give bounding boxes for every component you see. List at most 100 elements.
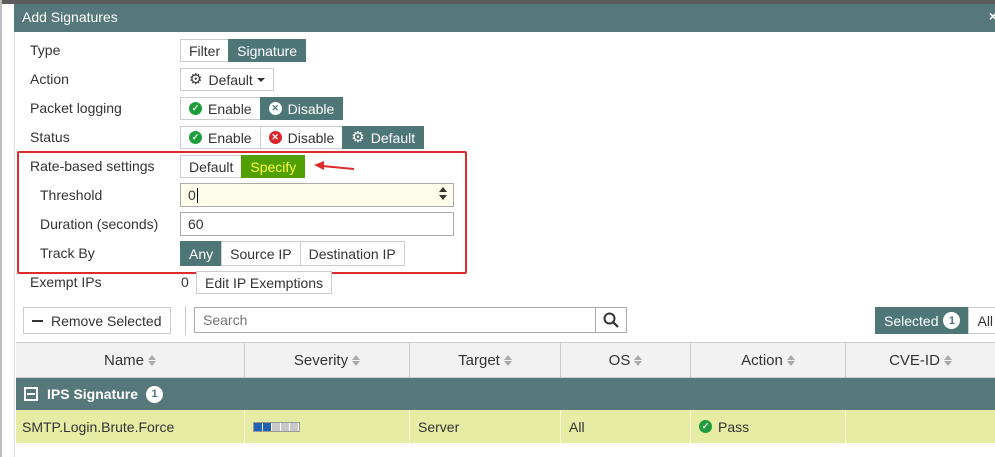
toolbar-divider <box>185 306 186 335</box>
duration-label: Duration (seconds) <box>40 216 159 232</box>
track-by-toggle: Any Source IP Destination IP <box>180 241 405 266</box>
column-header-os[interactable]: OS <box>561 343 691 377</box>
edit-ip-exemptions-button[interactable]: Edit IP Exemptions <box>196 271 333 294</box>
cell-os: All <box>561 410 691 443</box>
search-button[interactable] <box>595 307 627 333</box>
severity-segment <box>272 422 280 431</box>
all-filter-button[interactable]: All <box>968 307 995 334</box>
view-toggle: Selected 1 All <box>875 307 995 334</box>
track-any-button[interactable]: Any <box>180 241 223 266</box>
track-source-ip-button[interactable]: Source IP <box>221 241 301 266</box>
disable-label: Disable <box>287 100 335 117</box>
rate-based-label: Rate-based settings <box>30 158 155 174</box>
close-icon[interactable]: × <box>989 8 995 24</box>
column-header-action[interactable]: Action <box>691 343 846 377</box>
stepper-down-icon[interactable] <box>439 195 447 200</box>
severity-segment <box>281 422 289 431</box>
check-circle-icon: ✓ <box>189 131 202 144</box>
toolbar-left: Remove Selected <box>23 307 171 334</box>
packet-logging-label: Packet logging <box>30 100 122 116</box>
number-stepper[interactable] <box>439 187 447 200</box>
group-count-badge: 1 <box>146 385 164 403</box>
sort-icon <box>148 354 156 366</box>
type-filter-button[interactable]: Filter <box>180 39 230 62</box>
packet-logging-disable-button[interactable]: ✕ Disable <box>259 97 344 120</box>
check-circle-icon: ✓ <box>699 420 712 433</box>
search-input[interactable] <box>194 307 596 333</box>
table-row[interactable]: SMTP.Login.Brute.Force Server All ✓ Pass <box>16 410 995 443</box>
action-dropdown[interactable]: ⚙ Default <box>180 68 274 91</box>
rate-default-button[interactable]: Default <box>180 155 243 178</box>
dialog-titlebar: Add Signatures × <box>14 4 995 32</box>
severity-segment <box>263 422 271 431</box>
type-signature-button[interactable]: Signature <box>228 39 307 62</box>
signature-name: SMTP.Login.Brute.Force <box>22 418 175 435</box>
status-toggle: ✓ Enable ✕ Disable ⚙ Default <box>180 126 425 149</box>
action-value: Pass <box>718 418 750 435</box>
default-label: Default <box>370 129 416 146</box>
selected-label: Selected <box>884 312 939 329</box>
gear-icon: ⚙ <box>351 129 365 146</box>
severity-meter <box>253 421 300 432</box>
threshold-value: 0 <box>188 187 196 203</box>
sort-icon <box>943 354 952 366</box>
cell-cve-id <box>846 410 995 443</box>
cell-name: SMTP.Login.Brute.Force <box>16 410 245 443</box>
sort-icon <box>352 354 361 366</box>
action-value: Default <box>208 71 253 88</box>
action-dropdown-button[interactable]: ⚙ Default <box>180 68 274 91</box>
minus-icon <box>32 319 43 322</box>
selected-count-badge: 1 <box>943 312 961 329</box>
table-header: Name Severity Target OS Action CVE-ID <box>16 342 995 378</box>
status-default-button[interactable]: ⚙ Default <box>342 126 425 149</box>
column-header-name[interactable]: Name <box>16 343 245 377</box>
arrow-icon <box>314 161 355 170</box>
severity-segment <box>254 422 262 431</box>
collapse-icon[interactable] <box>24 387 38 401</box>
group-row[interactable]: IPS Signature 1 <box>16 378 995 410</box>
sort-icon <box>786 354 795 366</box>
type-toggle: Filter Signature <box>180 39 307 62</box>
status-disable-button[interactable]: ✕ Disable <box>259 126 344 149</box>
action-label: Action <box>30 71 69 87</box>
severity-segment <box>290 422 298 431</box>
column-label: Action <box>741 351 783 369</box>
exempt-ips-count: 0 <box>181 274 189 290</box>
column-header-severity[interactable]: Severity <box>245 343 410 377</box>
remove-selected-button[interactable]: Remove Selected <box>23 307 171 334</box>
track-by-label: Track By <box>40 245 95 261</box>
packet-logging-toggle: ✓ Enable ✕ Disable <box>180 97 344 120</box>
cell-severity <box>245 410 410 443</box>
duration-input[interactable]: 60 <box>180 212 454 236</box>
status-label: Status <box>30 129 70 145</box>
column-label: Severity <box>293 351 349 369</box>
exempt-ips-label: Exempt IPs <box>30 274 102 290</box>
column-header-cve-id[interactable]: CVE-ID <box>846 343 995 377</box>
column-label: OS <box>608 351 631 369</box>
threshold-input[interactable]: 0 <box>180 183 454 207</box>
status-enable-button[interactable]: ✓ Enable <box>180 126 261 149</box>
type-label: Type <box>30 42 61 58</box>
column-header-target[interactable]: Target <box>410 343 561 377</box>
dialog-title: Add Signatures <box>22 9 118 25</box>
selected-filter-button[interactable]: Selected 1 <box>875 307 970 334</box>
exempt-ips-group: Edit IP Exemptions <box>196 271 333 294</box>
os-value: All <box>569 418 585 435</box>
packet-logging-enable-button[interactable]: ✓ Enable <box>180 97 261 120</box>
search-icon <box>603 312 619 328</box>
x-circle-icon: ✕ <box>268 102 282 115</box>
column-label: Name <box>103 351 144 369</box>
rate-specify-button[interactable]: Specify <box>241 155 306 178</box>
group-name: IPS Signature <box>47 386 139 402</box>
track-destination-ip-button[interactable]: Destination IP <box>299 241 405 266</box>
text-cursor <box>196 187 198 203</box>
column-label: CVE-ID <box>889 351 940 369</box>
enable-label: Enable <box>208 100 252 117</box>
chevron-down-icon <box>256 77 265 82</box>
x-circle-icon: ✕ <box>268 131 282 144</box>
enable-label: Enable <box>208 129 252 146</box>
check-circle-icon: ✓ <box>189 102 202 115</box>
sort-icon <box>503 354 512 366</box>
stepper-up-icon[interactable] <box>439 187 447 192</box>
target-value: Server <box>418 418 460 435</box>
